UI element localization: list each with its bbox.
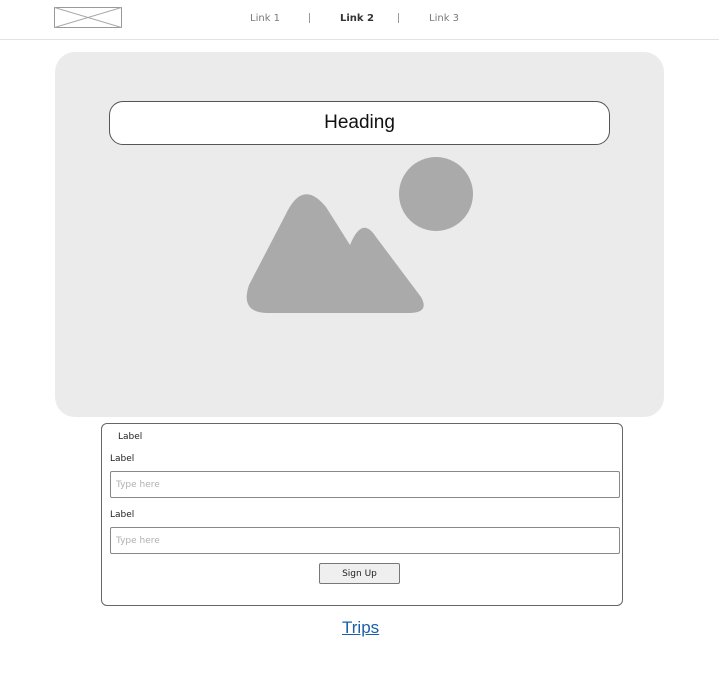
text-input-1[interactable]: [110, 471, 620, 498]
top-navigation: Link 1 Link 2 Link 3: [0, 0, 719, 40]
logo-placeholder-icon[interactable]: [54, 7, 122, 28]
nav-divider: [309, 13, 310, 23]
form-legend: Label: [118, 432, 143, 442]
trips-link[interactable]: Trips: [342, 618, 379, 638]
nav-link-2[interactable]: Link 2: [340, 13, 374, 24]
nav-link-3[interactable]: Link 3: [429, 13, 459, 24]
text-input-2[interactable]: [110, 527, 620, 554]
signup-form: Label Label Label Sign Up: [101, 423, 623, 606]
sign-up-button[interactable]: Sign Up: [319, 563, 400, 584]
hero-banner: Heading: [55, 52, 664, 417]
field-label-1: Label: [110, 454, 135, 464]
nav-divider: [398, 13, 399, 23]
hero-heading: Heading: [109, 101, 610, 145]
field-label-2: Label: [110, 510, 135, 520]
nav-link-1[interactable]: Link 1: [250, 13, 280, 24]
image-placeholder-icon: [244, 155, 476, 320]
